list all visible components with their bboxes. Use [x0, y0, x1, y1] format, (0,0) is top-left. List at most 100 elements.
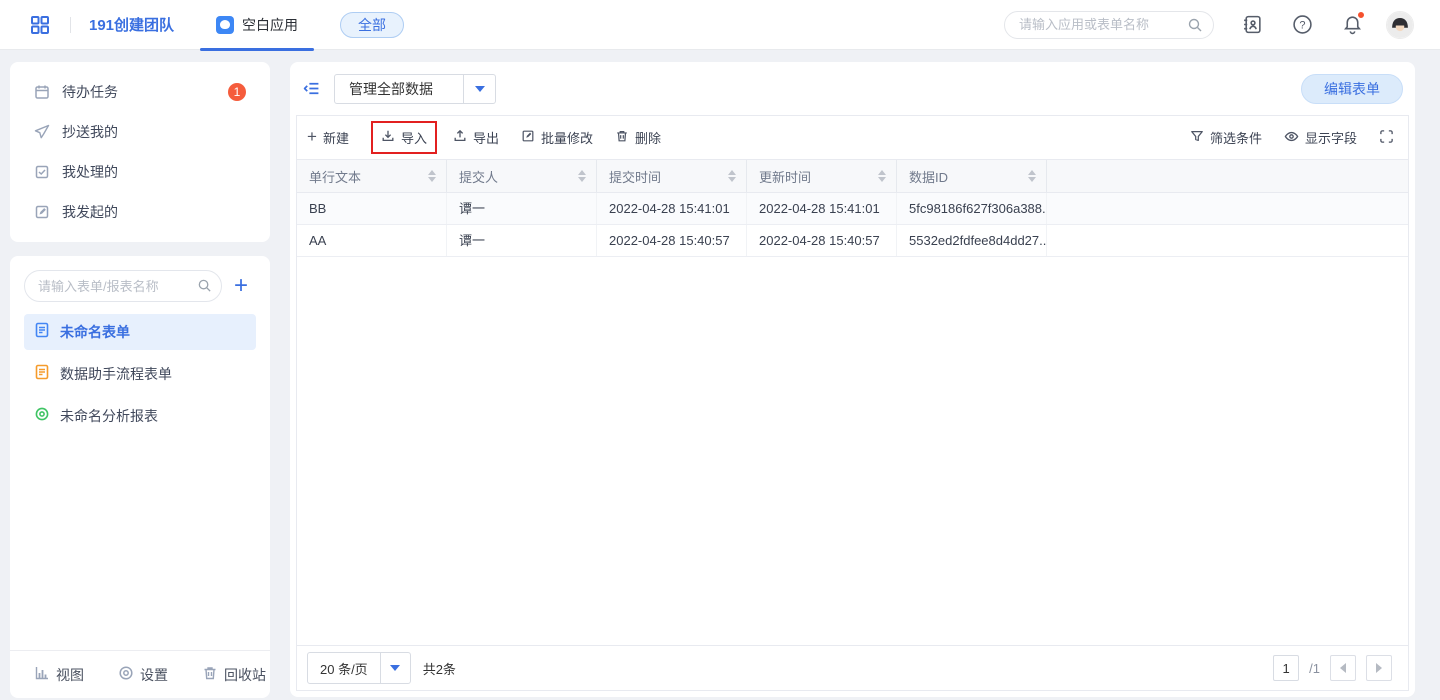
processed-by-me-label: 我处理的 — [62, 162, 118, 182]
header-divider — [70, 17, 71, 33]
contacts-icon[interactable] — [1240, 13, 1264, 37]
new-label: 新建 — [323, 128, 349, 147]
table-row[interactable]: BB 谭一 2022-04-28 15:41:01 2022-04-28 15:… — [297, 193, 1408, 225]
sort-icon[interactable] — [578, 170, 586, 182]
sidebar-item-cc-to-me[interactable]: 抄送我的 — [10, 112, 270, 152]
search-icon — [1187, 17, 1203, 38]
page-size-value: 20 条/页 — [308, 653, 380, 683]
sort-icon[interactable] — [728, 170, 736, 182]
sort-icon[interactable] — [428, 170, 436, 182]
prev-page-button[interactable] — [1330, 655, 1356, 681]
sort-icon[interactable] — [1028, 170, 1036, 182]
forms-list-card: + 未命名表单 数据助手流程表单 未命名分析报表 — [10, 256, 270, 698]
delete-button[interactable]: 删除 — [615, 128, 661, 147]
sidebar-footer: 视图 设置 回收站 — [10, 650, 270, 698]
fullscreen-corners-icon — [1379, 129, 1394, 147]
table-header-row: 单行文本 提交人 提交时间 更新时间 数据ID — [297, 159, 1408, 193]
add-form-button[interactable]: + — [226, 270, 256, 302]
form-item-data-assistant-flow[interactable]: 数据助手流程表单 — [24, 356, 256, 392]
next-page-button[interactable] — [1366, 655, 1392, 681]
edit-document-icon — [34, 204, 50, 220]
form-item-unnamed-report[interactable]: 未命名分析报表 — [24, 398, 256, 434]
panel-header: 管理全部数据 编辑表单 — [290, 62, 1415, 115]
sort-icon[interactable] — [878, 170, 886, 182]
funnel-icon — [1190, 129, 1204, 146]
form-search — [24, 270, 222, 302]
top-header: 191创建团队 空白应用 全部 ? — [0, 0, 1440, 50]
column-label: 单行文本 — [309, 167, 361, 186]
collapse-sidebar-icon[interactable] — [300, 78, 322, 100]
batch-edit-button[interactable]: 批量修改 — [521, 128, 593, 147]
export-label: 导出 — [473, 128, 499, 147]
initiated-by-me-label: 我发起的 — [62, 202, 118, 222]
data-table-container: + 新建 导入 导出 批量 — [296, 115, 1409, 691]
column-header-data-id[interactable]: 数据ID — [897, 160, 1047, 192]
avatar[interactable] — [1386, 11, 1414, 39]
global-search — [1004, 11, 1214, 39]
column-header-text[interactable]: 单行文本 — [297, 160, 447, 192]
column-header-submit-time[interactable]: 提交时间 — [597, 160, 747, 192]
recycle-bin-label: 回收站 — [224, 665, 266, 685]
report-target-icon-green — [34, 406, 50, 427]
cell-submit-time: 2022-04-28 15:40:57 — [597, 225, 747, 256]
team-name-link[interactable]: 191创建团队 — [89, 14, 174, 35]
batch-edit-label: 批量修改 — [541, 128, 593, 147]
fullscreen-button[interactable] — [1379, 129, 1394, 147]
cell-data-id: 5fc98186f627f306a388... — [897, 193, 1047, 224]
pagination-bar: 20 条/页 共2条 /1 — [297, 645, 1408, 690]
bar-chart-icon — [34, 665, 50, 684]
edit-square-icon — [521, 129, 535, 146]
search-icon — [197, 278, 212, 298]
calendar-icon — [34, 84, 50, 100]
form-document-icon-orange — [34, 364, 50, 385]
column-label: 数据ID — [909, 167, 948, 186]
sidebar-item-processed-by-me[interactable]: 我处理的 — [10, 152, 270, 192]
recycle-bin-button[interactable]: 回收站 — [202, 665, 266, 685]
scope-filter-pill[interactable]: 全部 — [340, 12, 404, 38]
cell-filler — [1047, 193, 1408, 224]
views-label: 视图 — [56, 665, 84, 685]
sidebar-item-initiated-by-me[interactable]: 我发起的 — [10, 192, 270, 232]
global-search-input[interactable] — [1004, 11, 1214, 39]
annotation-red-box: 导入 — [371, 121, 437, 154]
show-fields-label: 显示字段 — [1305, 128, 1357, 147]
data-scope-value: 管理全部数据 — [335, 75, 463, 103]
notifications-bell-icon[interactable] — [1340, 13, 1364, 37]
form-search-input[interactable] — [24, 270, 222, 302]
page-number-input[interactable] — [1273, 655, 1299, 681]
filter-label: 筛选条件 — [1210, 128, 1262, 147]
export-button[interactable]: 导出 — [453, 128, 499, 147]
cell-data-id: 5532ed2fdfee8d4dd27... — [897, 225, 1047, 256]
cell-text: AA — [297, 225, 447, 256]
import-button[interactable]: 导入 — [381, 128, 427, 147]
show-fields-button[interactable]: 显示字段 — [1284, 128, 1357, 147]
tab-current-app[interactable]: 空白应用 — [200, 0, 314, 50]
form-item-unnamed-form[interactable]: 未命名表单 — [24, 314, 256, 350]
table-row[interactable]: AA 谭一 2022-04-28 15:40:57 2022-04-28 15:… — [297, 225, 1408, 257]
column-label: 更新时间 — [759, 167, 811, 186]
settings-button[interactable]: 设置 — [118, 665, 168, 685]
delete-label: 删除 — [635, 128, 661, 147]
filter-conditions-button[interactable]: 筛选条件 — [1190, 128, 1262, 147]
cell-update-time: 2022-04-28 15:40:57 — [747, 225, 897, 256]
apps-grid-icon[interactable] — [28, 13, 52, 37]
help-icon[interactable]: ? — [1290, 13, 1314, 37]
task-shortcuts-card: 待办任务 1 抄送我的 我处理的 我发起的 — [10, 62, 270, 242]
column-header-submitter[interactable]: 提交人 — [447, 160, 597, 192]
caret-right-icon — [1376, 663, 1382, 673]
page-size-select[interactable]: 20 条/页 — [307, 652, 411, 684]
form-document-icon-blue — [34, 322, 50, 343]
views-button[interactable]: 视图 — [34, 665, 84, 685]
new-record-button[interactable]: + 新建 — [307, 128, 349, 147]
sidebar-item-todo-tasks[interactable]: 待办任务 1 — [10, 72, 270, 112]
app-icon — [216, 16, 234, 34]
cell-submit-time: 2022-04-28 15:41:01 — [597, 193, 747, 224]
cell-filler — [1047, 225, 1408, 256]
edit-form-button[interactable]: 编辑表单 — [1301, 74, 1403, 104]
column-label: 提交人 — [459, 167, 498, 186]
gear-icon — [118, 665, 134, 684]
column-header-update-time[interactable]: 更新时间 — [747, 160, 897, 192]
page-total-label: /1 — [1309, 661, 1320, 676]
data-scope-select[interactable]: 管理全部数据 — [334, 74, 496, 104]
sidebar: 待办任务 1 抄送我的 我处理的 我发起的 — [10, 62, 270, 698]
